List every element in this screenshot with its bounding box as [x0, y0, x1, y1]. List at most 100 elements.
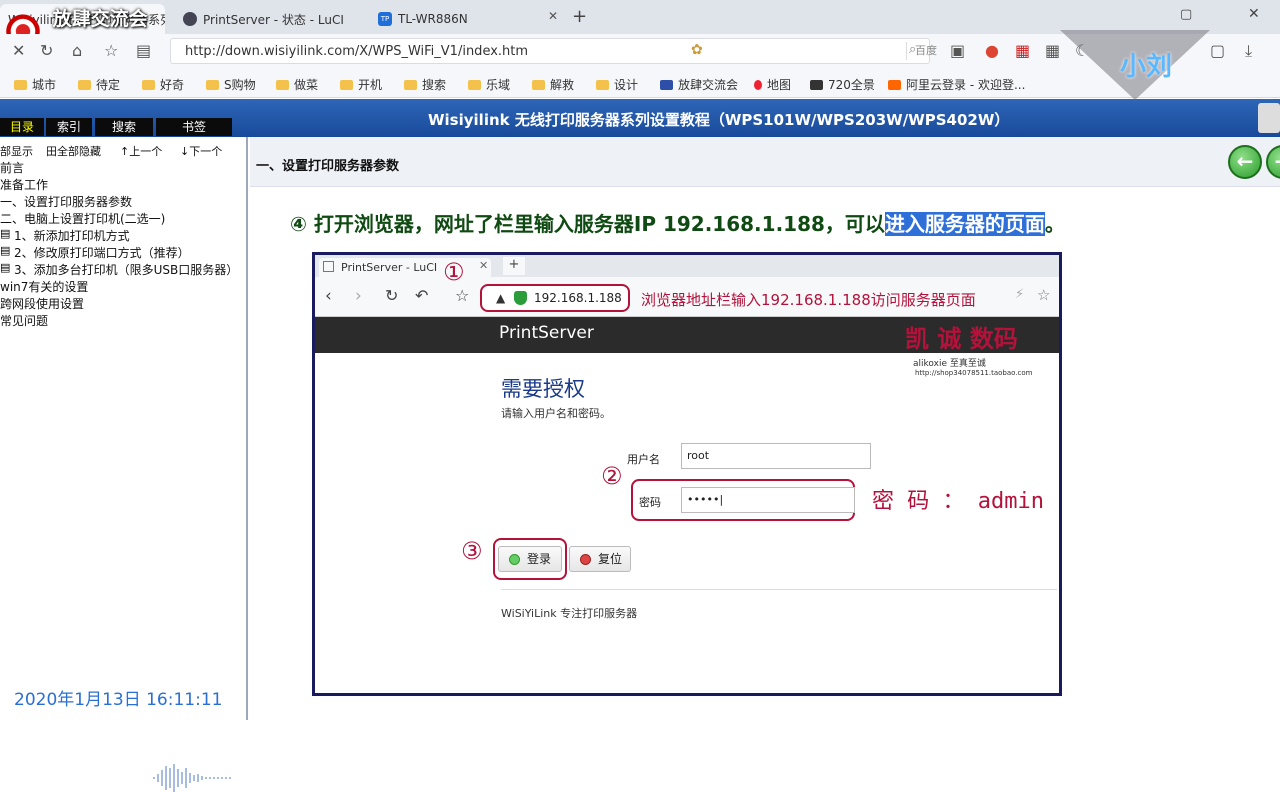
shot-close-icon: ✕ — [479, 259, 489, 272]
folder-icon — [340, 79, 353, 90]
folder-icon — [276, 79, 289, 90]
download-icon[interactable]: ⤓ — [1245, 42, 1252, 60]
back-icon[interactable]: ✕ — [12, 42, 25, 60]
tab-search[interactable]: 搜索 — [95, 118, 153, 136]
close-window-icon[interactable]: ✕ — [1248, 6, 1260, 22]
tree-item[interactable]: 前言 — [0, 159, 24, 176]
reload-icon[interactable]: ↻ — [40, 42, 53, 60]
folder-icon — [404, 79, 417, 90]
tree-item[interactable]: 一、设置打印服务器参数 — [0, 193, 132, 210]
tree-item[interactable]: 3、添加多台打印机（限多USB口服务器） — [14, 261, 238, 278]
tab-index[interactable]: 索引 — [46, 118, 92, 136]
login-button[interactable]: 登录 — [498, 546, 562, 572]
tree-item[interactable]: 准备工作 — [0, 176, 48, 193]
section-header: 一、设置打印服务器参数 ← → — [250, 137, 1280, 187]
search-icon[interactable]: ⌕ — [909, 42, 916, 57]
password-label: 密码 — [639, 496, 661, 509]
bookmark-item[interactable]: 地图 — [754, 76, 791, 93]
folder-icon — [468, 79, 481, 90]
bookmark-item[interactable]: S购物 — [206, 76, 256, 93]
divider — [501, 589, 1057, 590]
bookmark-item[interactable]: 待定 — [78, 76, 120, 93]
footer-text: WiSiYiLink 专注打印服务器 — [501, 607, 638, 620]
folder-icon — [14, 79, 27, 90]
tplink-favicon-icon: TP — [378, 12, 392, 26]
marker-3: ③ — [461, 537, 483, 565]
bookmark-item[interactable]: 城市 — [14, 76, 56, 93]
printserver-brand: PrintServer — [499, 323, 594, 343]
reset-icon — [580, 554, 591, 565]
bookmark-item[interactable]: 乐域 — [468, 76, 510, 93]
tab-printserver-status[interactable]: PrintServer - 状态 - LuCI — [175, 4, 365, 34]
password-field[interactable]: •••••| — [681, 487, 855, 513]
step-highlight: 进入服务器的页面 — [884, 212, 1045, 236]
aliyun-icon — [888, 79, 901, 90]
shot-flash-icon: ⚡ — [1015, 287, 1025, 302]
shot-undo-icon: ↶ — [415, 286, 429, 305]
forward-arrow-icon[interactable]: → — [1266, 145, 1280, 179]
tab-tl-wr886n[interactable]: TP TL-WR886N — [370, 4, 570, 34]
show-all-button[interactable]: 部显示 — [0, 143, 33, 159]
tree-item[interactable]: 2、修改原打印端口方式（推荐） — [14, 244, 190, 261]
watermark-subtitle: alikoxie 至真至诚 — [913, 359, 986, 369]
shot-tab-bar: PrintServer - LuCI ✕ + — [315, 255, 1059, 277]
close-tab-icon[interactable]: ✕ — [548, 9, 558, 23]
bilibili-icon — [660, 79, 673, 90]
next-button[interactable]: ↓下一个 — [180, 143, 222, 159]
shot-back-icon: ‹ — [325, 286, 332, 306]
bookmark-item[interactable]: 开机 — [340, 76, 382, 93]
shot-reload-icon: ↻ — [385, 286, 399, 305]
tree-item[interactable]: 1、新添加打印机方式 — [14, 227, 130, 244]
bookmark-item[interactable]: 720全景 — [810, 76, 875, 93]
password-annotation: 密 码 ： admin — [872, 489, 1044, 514]
bookmark-item[interactable]: 阿里云登录 - 欢迎登... — [888, 76, 1025, 93]
page-icon: ▤ — [0, 261, 11, 274]
hide-all-button[interactable]: 田全部隐藏 — [46, 143, 101, 159]
username-label: 用户名 — [627, 453, 660, 466]
bookmark-item[interactable]: 放肆交流会 — [660, 76, 738, 93]
shop-watermark: 凯 诚 数码 — [905, 325, 1018, 353]
reset-button[interactable]: 复位 — [569, 546, 631, 572]
bookmark-item[interactable]: 做菜 — [276, 76, 318, 93]
menu-icon[interactable]: ▢ — [1210, 42, 1225, 60]
channel-badge: 小刘 — [1060, 30, 1210, 100]
printer-icon — [1258, 103, 1280, 133]
marker-1: ① — [443, 258, 465, 286]
shield-icon: ▲ — [496, 291, 506, 305]
panorama-icon — [810, 79, 823, 90]
address-bar[interactable]: http://down.wisiyilink.com/X/WPS_WiFi_V1… — [170, 38, 937, 64]
watermark-url: http://shop34078511.taobao.com — [915, 369, 1033, 377]
back-arrow-icon[interactable]: ← — [1228, 145, 1262, 179]
tab-contents[interactable]: 目录 — [0, 118, 44, 136]
shot-tab: PrintServer - LuCI — [319, 258, 491, 277]
tree-item[interactable]: 跨网段使用设置 — [0, 295, 84, 312]
bookmark-item[interactable]: 好奇 — [142, 76, 184, 93]
bookmark-item[interactable]: 解救 — [532, 76, 574, 93]
new-tab-button[interactable]: + — [572, 6, 587, 27]
restore-window-icon[interactable]: ▢ — [1180, 7, 1192, 22]
contents-panel: 部显示 田全部隐藏 ↑上一个 ↓下一个 前言 准备工作 一、设置打印服务器参数 … — [0, 137, 248, 792]
folder-icon — [596, 79, 609, 90]
shot-address-box: ▲ 192.168.1.188 — [480, 284, 630, 312]
tab-bookmarks[interactable]: 书签 — [156, 118, 232, 136]
shot-nav-bar: ‹ › ↻ ↶ ☆ ▲ 192.168.1.188 浏览器地址栏输入192.16… — [315, 277, 1059, 317]
marker-2: ② — [601, 462, 623, 490]
address-annotation: 浏览器地址栏输入192.168.1.188访问服务器页面 — [641, 291, 976, 309]
bookmark-item[interactable]: 搜索 — [404, 76, 446, 93]
url-text: http://down.wisiyilink.com/X/WPS_WiFi_V1… — [185, 44, 529, 59]
tree-item[interactable]: win7有关的设置 — [0, 278, 88, 295]
folder-icon — [532, 79, 545, 90]
audio-wave-icon — [153, 764, 231, 792]
timestamp: 2020年1月13日 16:11:11 — [14, 690, 223, 710]
tree-item[interactable]: 常见问题 — [0, 312, 48, 329]
tree-item[interactable]: 二、电脑上设置打印机(二选一) — [0, 210, 165, 227]
engine-switch-icon[interactable]: ✿ — [691, 42, 703, 58]
username-field[interactable]: root — [681, 443, 871, 469]
reader-icon[interactable]: ▤ — [136, 42, 151, 60]
home-icon[interactable]: ⌂ — [72, 42, 82, 60]
secure-shield-icon — [514, 291, 527, 305]
favorite-star-icon[interactable]: ☆ — [104, 42, 118, 60]
previous-button[interactable]: ↑上一个 — [120, 143, 162, 159]
bookmark-item[interactable]: 设计 — [596, 76, 638, 93]
page-favicon-icon — [323, 261, 334, 272]
